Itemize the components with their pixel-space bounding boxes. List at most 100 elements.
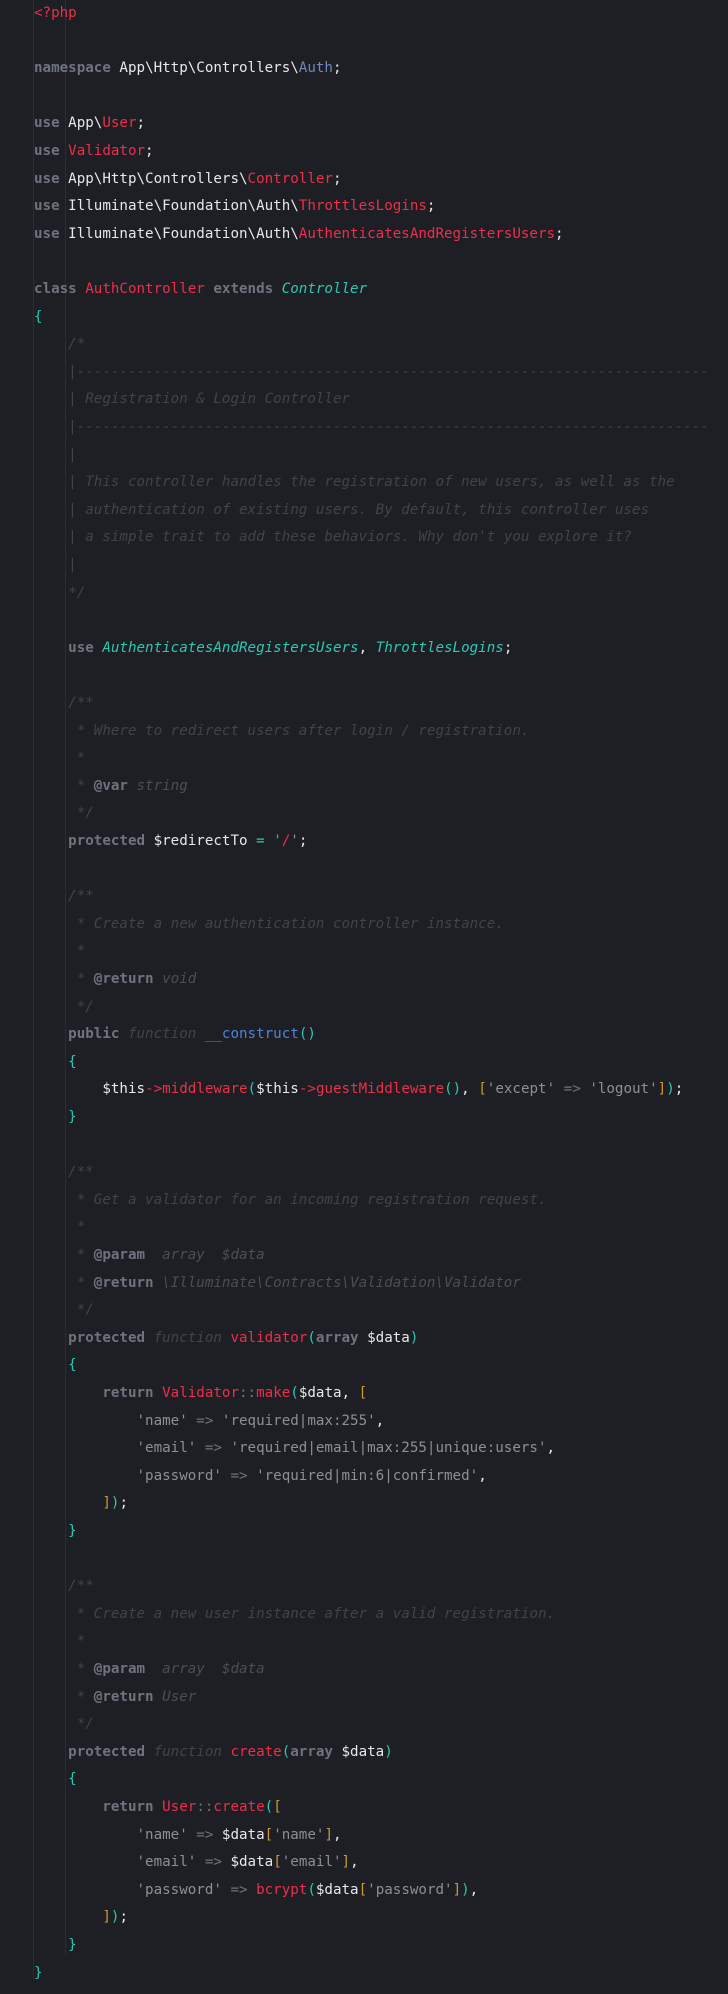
code-token: ] xyxy=(341,1854,351,1871)
code-token: string xyxy=(127,777,188,794)
code-token: | xyxy=(68,446,77,463)
code-line: return User::create([ xyxy=(34,1794,281,1822)
code-token: [ xyxy=(358,1385,368,1401)
code-line: |---------------------------------------… xyxy=(34,414,709,442)
code-token: */ xyxy=(68,584,86,601)
code-token: namespace xyxy=(34,60,120,77)
code-token: ThrottlesLogins xyxy=(298,198,427,215)
code-token: App\Http\Controllers\ xyxy=(68,170,248,187)
code-line: ]); xyxy=(34,1490,128,1518)
code-line: * Create a new user instance after a val… xyxy=(34,1601,555,1629)
code-line: $this->middleware($this->guestMiddleware… xyxy=(34,1076,683,1104)
code-token: 'required|email|max:255|unique:users' xyxy=(230,1440,547,1457)
code-token: = xyxy=(256,833,265,849)
code-token: Illuminate\Foundation\Auth\ xyxy=(68,198,299,215)
code-token: */ xyxy=(68,998,94,1015)
code-token: \Illuminate\Contracts\Validation\Validat… xyxy=(153,1274,521,1291)
code-token: 'password' xyxy=(136,1467,222,1484)
code-line: return Validator::make($data, [ xyxy=(34,1380,367,1408)
code-token: } xyxy=(34,1964,43,1981)
code-token: => xyxy=(187,1412,222,1429)
code-token: 'password' xyxy=(136,1881,222,1898)
code-token: , xyxy=(478,1467,487,1484)
code-token: ; xyxy=(119,1909,128,1926)
code-token: ] xyxy=(102,1909,111,1926)
code-token: () xyxy=(444,1081,462,1098)
code-line: 'password' => bcrypt($data['password']), xyxy=(34,1877,479,1905)
code-token: [ xyxy=(273,1854,282,1871)
code-token: ; xyxy=(332,60,342,77)
code-line: } xyxy=(34,1104,77,1132)
code-token: $data xyxy=(315,1881,359,1898)
code-token: ' xyxy=(273,833,282,849)
code-token: __construct xyxy=(204,1026,299,1043)
code-token: } xyxy=(68,1523,77,1539)
code-token: } xyxy=(68,1109,77,1125)
code-line: use Illuminate\Foundation\Auth\Throttles… xyxy=(34,193,435,221)
code-token: ) xyxy=(461,1881,470,1898)
code-token: Controller xyxy=(281,281,368,297)
code-editor[interactable]: <?php namespace App\Http\Controllers\Auth… xyxy=(0,0,728,1994)
code-token: AuthenticatesAndRegistersUsers xyxy=(102,639,359,656)
code-token: |---------------------------------------… xyxy=(68,363,709,380)
code-token: , xyxy=(358,639,376,656)
code-token: App\Http\Controllers\ xyxy=(119,60,299,77)
code-token: validator xyxy=(230,1329,308,1346)
code-line: { xyxy=(34,1766,77,1794)
code-token: $data xyxy=(221,1826,265,1843)
code-token: /** xyxy=(68,1578,94,1595)
code-line: class AuthController extends Controller xyxy=(34,276,367,304)
code-token: => xyxy=(221,1881,257,1898)
code-line: */ xyxy=(34,1297,94,1325)
code-token: , xyxy=(546,1440,556,1457)
code-token: */ xyxy=(68,1302,94,1319)
code-token: use xyxy=(34,143,69,159)
code-line: 'email' => 'required|email|max:255|uniqu… xyxy=(34,1435,556,1463)
code-token: $data xyxy=(230,1854,274,1871)
code-line: * @var string xyxy=(34,773,188,801)
code-line: * @return void xyxy=(34,966,197,994)
code-token: @var xyxy=(93,777,128,794)
code-token: ThrottlesLogins xyxy=(375,639,504,656)
code-token: 'except' xyxy=(486,1081,556,1098)
code-line: * xyxy=(34,1628,86,1656)
code-token: ; xyxy=(674,1081,684,1098)
code-token: , xyxy=(375,1412,385,1429)
code-token: [ xyxy=(264,1826,274,1843)
code-line: */ xyxy=(34,994,94,1022)
code-token: /** xyxy=(68,888,94,905)
code-token: | authentication of existing users. By d… xyxy=(68,501,650,518)
code-token: middleware xyxy=(162,1081,248,1098)
code-token: ; xyxy=(555,225,564,242)
code-token: * xyxy=(68,1247,94,1263)
code-token: protected xyxy=(68,1743,154,1760)
code-line: * @param array $data xyxy=(34,1656,265,1684)
code-token: function xyxy=(153,1329,231,1346)
code-line: /** xyxy=(34,1159,94,1187)
code-token: { xyxy=(68,1053,77,1070)
code-line: | a simple trait to add these behaviors.… xyxy=(34,524,632,552)
code-token: $redirectTo xyxy=(153,833,257,849)
code-token: ) xyxy=(666,1081,675,1098)
